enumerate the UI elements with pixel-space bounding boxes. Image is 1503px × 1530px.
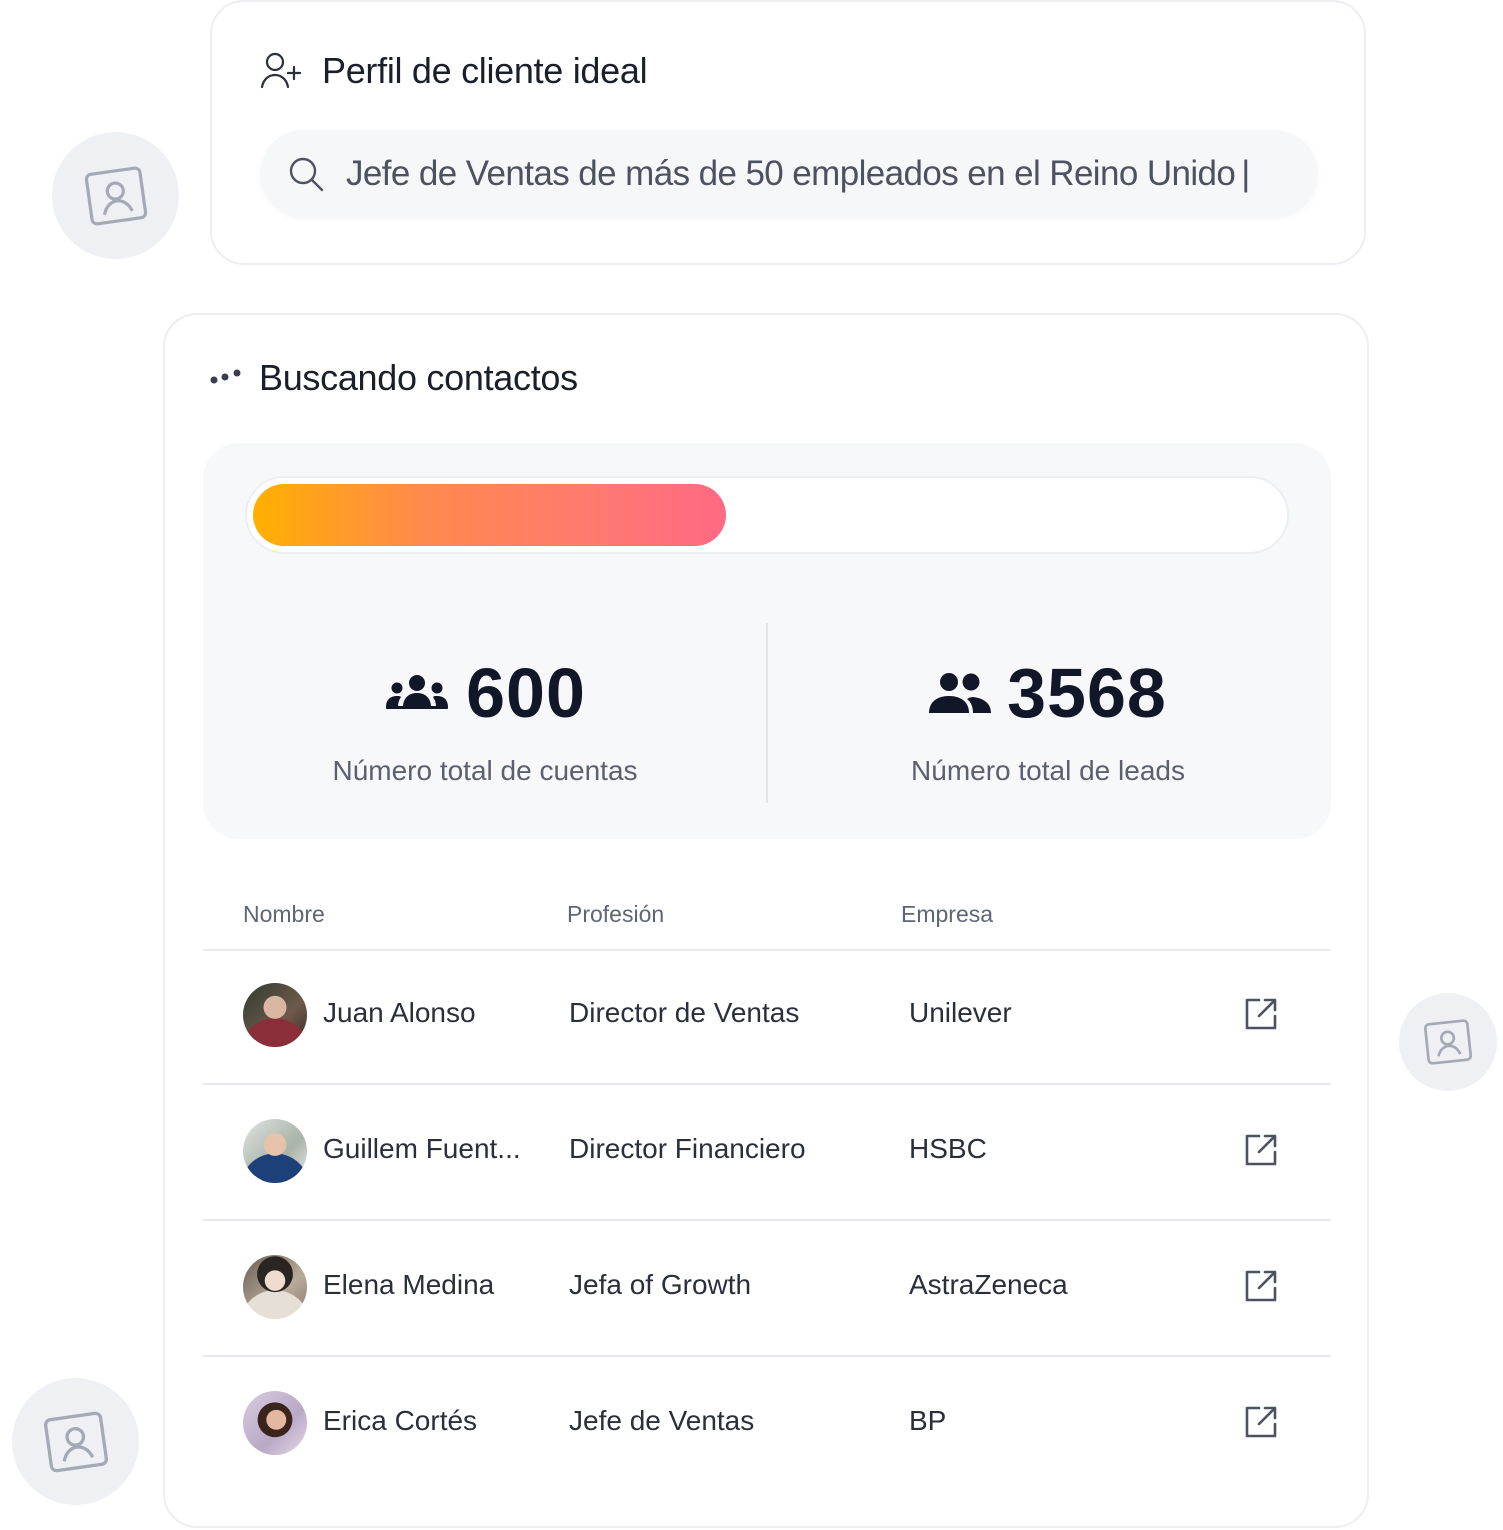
avatar [243, 983, 307, 1047]
icp-card: Perfil de cliente ideal Jefe de Ventas d… [210, 0, 1366, 265]
icp-header: Perfil de cliente ideal [260, 50, 648, 92]
open-link-icon[interactable] [1243, 1268, 1279, 1304]
contact-card-icon [1423, 1019, 1473, 1065]
accounts-label: Número total de cuentas [332, 755, 638, 786]
contact-card-icon [43, 1411, 108, 1472]
table-row: Erica Cortés Jefe de Ventas BP [203, 1357, 1331, 1491]
icp-title: Perfil de cliente ideal [322, 50, 648, 91]
search-icon [286, 154, 326, 194]
loading-dots-icon [210, 369, 241, 384]
progress-bar-fill [253, 484, 726, 546]
contact-card-badge-right [1399, 993, 1497, 1091]
stats-divider [766, 623, 768, 803]
column-header-company: Empresa [901, 901, 994, 927]
contact-card-badge-bottom [12, 1378, 139, 1505]
contact-company: BP [909, 1405, 947, 1436]
icp-search-input[interactable]: Jefe de Ventas de más de 50 empleados en… [260, 130, 1318, 218]
contact-name: Guillem Fuent... [323, 1133, 521, 1164]
avatar [243, 1391, 307, 1455]
table-row: Juan Alonso Director de Ventas Unilever [203, 949, 1331, 1085]
contact-name: Elena Medina [323, 1269, 495, 1300]
group-icon [386, 675, 449, 709]
text-caret: | [1241, 154, 1251, 193]
accounts-count: 600 [466, 654, 586, 732]
column-header-profession: Profesión [567, 901, 665, 927]
contact-name: Juan Alonso [323, 997, 476, 1028]
open-link-icon[interactable] [1243, 1404, 1279, 1440]
leads-stat: 3568 Número total de leads [788, 653, 1308, 787]
avatar [243, 1255, 307, 1319]
search-title: Buscando contactos [259, 357, 578, 398]
progress-bar [245, 476, 1289, 554]
leads-count: 3568 [1007, 654, 1167, 732]
search-input-value: Jefe de Ventas de más de 50 empleados en… [346, 154, 1236, 193]
open-link-icon[interactable] [1243, 996, 1279, 1032]
stats-panel: 600 Número total de cuentas 3568 Número … [203, 443, 1331, 839]
contact-profession: Jefe de Ventas [569, 1405, 755, 1436]
avatar [243, 1119, 307, 1183]
people-icon [929, 673, 992, 713]
contact-company: HSBC [909, 1133, 987, 1164]
contact-name: Erica Cortés [323, 1405, 478, 1436]
contact-search-card: Buscando contactos 600 Número total de c… [163, 313, 1369, 1528]
table-header: Nombre Profesión Empresa [203, 887, 1331, 951]
column-header-name: Nombre [243, 901, 325, 927]
table-row: Guillem Fuent... Director Financiero HSB… [203, 1085, 1331, 1221]
contact-profession: Director de Ventas [569, 997, 800, 1028]
contact-company: AstraZeneca [909, 1269, 1068, 1300]
contact-card-badge-left [52, 132, 179, 259]
contact-card-icon [84, 166, 147, 225]
open-link-icon[interactable] [1243, 1132, 1279, 1168]
accounts-stat: 600 Número total de cuentas [225, 653, 745, 787]
search-header: Buscando contactos [209, 357, 578, 399]
contact-profession: Jefa of Growth [569, 1269, 752, 1300]
contact-profession: Director Financiero [569, 1133, 806, 1164]
contact-company: Unilever [909, 997, 1012, 1028]
table-row: Elena Medina Jefa of Growth AstraZeneca [203, 1221, 1331, 1357]
add-user-icon [260, 52, 302, 89]
leads-label: Número total de leads [911, 755, 1185, 786]
